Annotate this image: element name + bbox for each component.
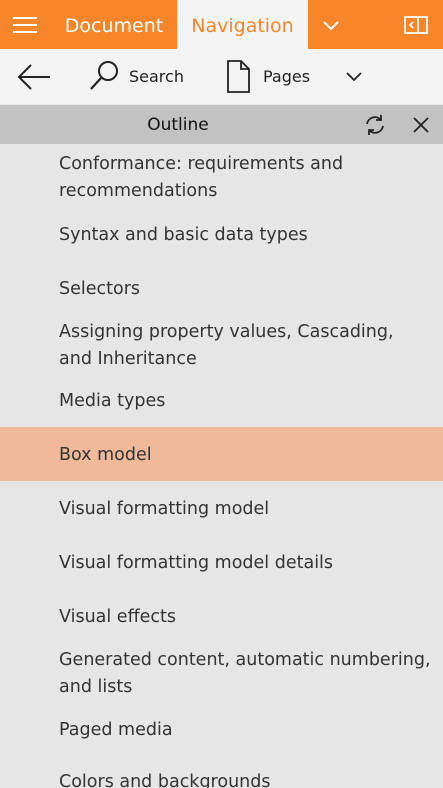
list-item-label: Visual formatting model — [59, 499, 270, 519]
list-item-selected[interactable]: Box model — [0, 427, 443, 481]
search-button[interactable]: Search — [86, 49, 196, 104]
list-item-label: Colors and backgrounds — [59, 772, 271, 788]
refresh-icon[interactable] — [362, 113, 388, 137]
chevron-down-icon[interactable] — [318, 12, 344, 38]
tab-navigation[interactable]: Navigation — [177, 0, 308, 49]
hamburger-icon[interactable] — [0, 0, 50, 49]
outline-list: Conformance: requirements and recommenda… — [0, 145, 443, 788]
search-label: Search — [129, 67, 184, 86]
chevron-down-icon — [346, 72, 362, 82]
outline-title: Outline — [147, 115, 209, 135]
pages-label: Pages — [263, 67, 311, 86]
list-item[interactable]: Assigning property values, Cascading, an… — [0, 317, 443, 371]
list-item-label: Syntax and basic data types — [59, 225, 308, 245]
page-icon — [227, 60, 250, 93]
list-item[interactable]: Selectors — [0, 263, 443, 317]
list-item[interactable]: Conformance: requirements and recommenda… — [0, 145, 443, 201]
top-tab-bar: Document Navigation — [0, 0, 443, 49]
tab-document[interactable]: Document — [55, 0, 173, 49]
list-item-label: Box model — [59, 445, 152, 465]
more-options-button[interactable] — [340, 49, 370, 104]
list-item[interactable]: Visual formatting model details — [0, 535, 443, 589]
panel-toggle-icon[interactable] — [402, 12, 430, 38]
pages-button[interactable]: Pages — [224, 49, 324, 104]
back-arrow-icon — [17, 64, 50, 90]
back-button[interactable] — [14, 49, 58, 104]
list-item-label: Paged media — [59, 720, 173, 740]
list-item-label: Conformance: requirements and recommenda… — [59, 154, 344, 201]
list-item-label: Selectors — [59, 279, 141, 299]
close-icon[interactable] — [408, 113, 434, 137]
list-item-label: Media types — [59, 391, 166, 411]
list-item-label: Visual formatting model details — [59, 553, 334, 573]
list-item[interactable]: Colors and backgrounds — [0, 769, 443, 788]
list-item[interactable]: Visual formatting model — [0, 481, 443, 535]
list-item[interactable]: Syntax and basic data types — [0, 209, 443, 263]
list-item[interactable]: Visual effects — [0, 589, 443, 643]
list-item-label: Generated content, automatic numbering, … — [59, 650, 431, 697]
toolbar: Search Pages — [0, 49, 443, 104]
list-item[interactable]: Paged media — [0, 717, 443, 771]
outline-header: Outline — [0, 105, 443, 144]
list-item-label: Assigning property values, Cascading, an… — [59, 322, 394, 369]
list-item[interactable]: Generated content, automatic numbering, … — [0, 643, 443, 697]
list-item[interactable]: Media types — [0, 373, 443, 427]
search-icon — [90, 61, 118, 90]
list-item-label: Visual effects — [59, 607, 176, 627]
